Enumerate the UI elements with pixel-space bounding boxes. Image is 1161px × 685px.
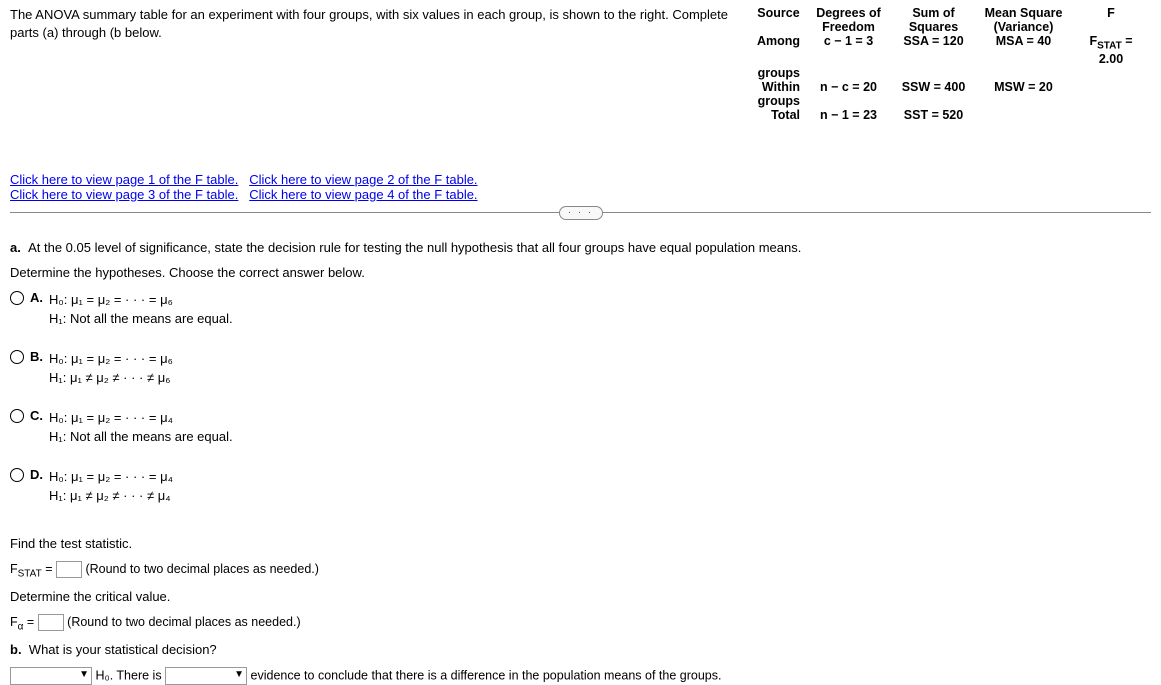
option-d[interactable]: D. H₀: μ₁ = μ₂ = · · · = μ₄ H₁: μ₁ ≠ μ₂ …: [10, 467, 610, 516]
among-f: FSTAT = 2.00: [1071, 34, 1151, 66]
caret-icon: ▼: [234, 669, 244, 680]
option-c[interactable]: C. H₀: μ₁ = μ₂ = · · · = μ₄ H₁: Not all …: [10, 408, 610, 457]
falpha-hint: (Round to two decimal places as needed.): [67, 615, 300, 629]
within-df: n − c = 20: [806, 80, 891, 94]
opt-a-line2: H₁: Not all the means are equal.: [49, 311, 233, 326]
opt-letter-d: D.: [30, 467, 43, 482]
total-src: Total: [751, 108, 806, 122]
opt-letter-a: A.: [30, 290, 43, 305]
part-a-header: a. At the 0.05 level of significance, st…: [10, 240, 1151, 255]
among-ms: MSA = 40: [976, 34, 1071, 66]
hdr-df: Degrees of Freedom: [806, 6, 891, 34]
part-a-prompt: Determine the hypotheses. Choose the cor…: [10, 265, 1151, 280]
among-src1: Among: [751, 34, 806, 66]
within-src1: Within: [751, 80, 806, 94]
falpha-line: Fα = (Round to two decimal places as nee…: [10, 614, 1151, 632]
opt-b-line2: H₁: μ₁ ≠ μ₂ ≠ · · · ≠ μ₆: [49, 370, 170, 385]
fstat-hint: (Round to two decimal places as needed.): [85, 561, 318, 575]
radio-c[interactable]: [10, 409, 24, 423]
fstat-input[interactable]: [56, 561, 82, 578]
within-src2: groups: [751, 94, 806, 108]
opt-letter-b: B.: [30, 349, 43, 364]
opt-c-line2: H₁: Not all the means are equal.: [49, 429, 233, 444]
link-ftable-p2[interactable]: Click here to view page 2 of the F table…: [249, 172, 477, 187]
hdr-ms: Mean Square (Variance): [976, 6, 1071, 34]
hdr-f: F: [1071, 6, 1151, 34]
opt-a-line1: H₀: μ₁ = μ₂ = · · · = μ₆: [49, 292, 173, 307]
among-src2: groups: [751, 66, 806, 80]
total-df: n − 1 = 23: [806, 108, 891, 122]
link-ftable-p1[interactable]: Click here to view page 1 of the F table…: [10, 172, 238, 187]
anova-table: Source Degrees of Freedom Sum of Squares…: [751, 6, 1151, 122]
f-table-links: Click here to view page 1 of the F table…: [10, 172, 1151, 202]
decision-line: ▼ H₀. There is ▼ evidence to conclude th…: [10, 667, 1151, 685]
opt-letter-c: C.: [30, 408, 43, 423]
link-ftable-p3[interactable]: Click here to view page 3 of the F table…: [10, 187, 238, 202]
opt-d-line2: H₁: μ₁ ≠ μ₂ ≠ · · · ≠ μ₄: [49, 488, 171, 503]
caret-icon: ▼: [79, 669, 89, 680]
opt-c-line1: H₀: μ₁ = μ₂ = · · · = μ₄: [49, 410, 173, 425]
within-ss: SSW = 400: [891, 80, 976, 94]
among-ss: SSA = 120: [891, 34, 976, 66]
fstat-line: FSTAT = (Round to two decimal places as …: [10, 561, 1151, 579]
radio-b[interactable]: [10, 350, 24, 364]
opt-b-line1: H₀: μ₁ = μ₂ = · · · = μ₆: [49, 351, 173, 366]
expand-button[interactable]: · · ·: [559, 206, 603, 220]
problem-intro: The ANOVA summary table for an experimen…: [10, 6, 730, 42]
decision-select-1[interactable]: ▼: [10, 667, 92, 685]
link-ftable-p4[interactable]: Click here to view page 4 of the F table…: [249, 187, 477, 202]
among-df: c − 1 = 3: [806, 34, 891, 66]
determine-critical-value: Determine the critical value.: [10, 589, 1151, 604]
find-test-statistic: Find the test statistic.: [10, 536, 1151, 551]
option-b[interactable]: B. H₀: μ₁ = μ₂ = · · · = μ₆ H₁: μ₁ ≠ μ₂ …: [10, 349, 610, 398]
option-a[interactable]: A. H₀: μ₁ = μ₂ = · · · = μ₆ H₁: Not all …: [10, 290, 610, 339]
within-ms: MSW = 20: [976, 80, 1071, 94]
radio-a[interactable]: [10, 291, 24, 305]
hdr-ss: Sum of Squares: [891, 6, 976, 34]
opt-d-line1: H₀: μ₁ = μ₂ = · · · = μ₄: [49, 469, 173, 484]
hdr-source: Source: [751, 6, 806, 34]
total-ss: SST = 520: [891, 108, 976, 122]
decision-select-2[interactable]: ▼: [165, 667, 247, 685]
part-b-header: b. What is your statistical decision?: [10, 642, 1151, 657]
falpha-input[interactable]: [38, 614, 64, 631]
radio-d[interactable]: [10, 468, 24, 482]
